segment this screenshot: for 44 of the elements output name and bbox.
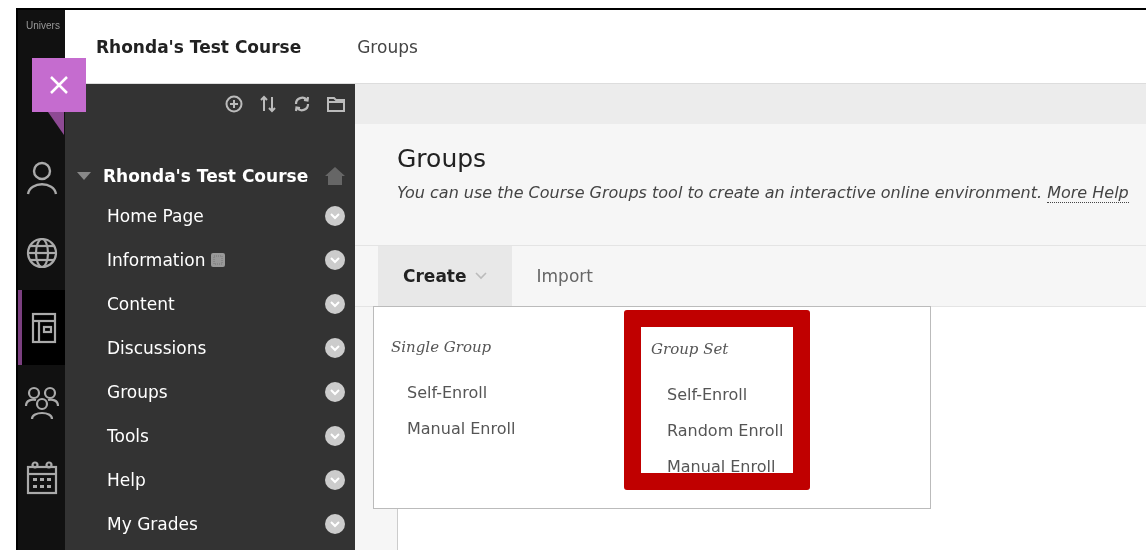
course-menu-item[interactable]: Discussions	[107, 338, 207, 358]
action-tab[interactable]: Create	[378, 246, 512, 306]
add-icon[interactable]	[225, 95, 243, 113]
dropdown-heading: Group Set	[651, 340, 729, 358]
chevron-icon[interactable]	[325, 514, 345, 534]
chevron-icon[interactable]	[325, 250, 345, 270]
dropdown-item[interactable]: Self-Enroll	[391, 375, 624, 411]
globe-icon	[25, 236, 58, 269]
course-menu-item[interactable]: Help	[107, 470, 146, 490]
groups-icon	[23, 385, 60, 420]
course-title[interactable]: Rhonda's Test Course	[96, 36, 302, 57]
page-description: You can use the Course Groups tool to create an interactive online environment.	[397, 183, 1043, 202]
dropdown-item[interactable]: Manual Enroll	[651, 449, 793, 485]
chevron-icon[interactable]	[325, 426, 345, 446]
more-help-link[interactable]: More Help	[1047, 183, 1129, 203]
course-menu-title[interactable]: Rhonda's Test Course	[103, 166, 325, 186]
calendar-icon	[25, 460, 58, 495]
chevron-icon[interactable]	[325, 470, 345, 490]
sort-icon[interactable]	[259, 95, 277, 113]
folder-icon[interactable]	[327, 96, 345, 112]
action-tab[interactable]: Import	[511, 246, 618, 306]
page-icon	[211, 253, 226, 267]
course-menu-item[interactable]: My Grades	[107, 514, 198, 534]
chevron-icon[interactable]	[325, 338, 345, 358]
document-icon	[30, 311, 57, 344]
breadcrumb: Groups	[357, 36, 418, 57]
dropdown-item[interactable]: Self-Enroll	[651, 377, 793, 413]
chevron-icon[interactable]	[325, 294, 345, 314]
course-menu-item[interactable]: Content	[107, 294, 175, 314]
chevron-icon[interactable]	[325, 382, 345, 402]
dropdown-heading: Single Group	[391, 338, 492, 356]
course-menu-item[interactable]: Groups	[107, 382, 168, 402]
brand-label: Univers	[26, 20, 60, 31]
course-menu-item[interactable]: Home Page	[107, 206, 204, 226]
refresh-icon[interactable]	[293, 95, 311, 113]
chevron-icon[interactable]	[325, 206, 345, 226]
dropdown-item[interactable]: Random Enroll	[651, 413, 793, 449]
close-button[interactable]	[32, 58, 86, 136]
expanded-caret-icon[interactable]	[77, 172, 91, 180]
course-menu-item[interactable]: Tools	[107, 426, 149, 446]
person-icon	[25, 160, 58, 195]
dropdown-item[interactable]: Manual Enroll	[391, 411, 624, 447]
course-menu-item[interactable]: Information	[107, 250, 206, 270]
page-title: Groups	[397, 144, 488, 173]
